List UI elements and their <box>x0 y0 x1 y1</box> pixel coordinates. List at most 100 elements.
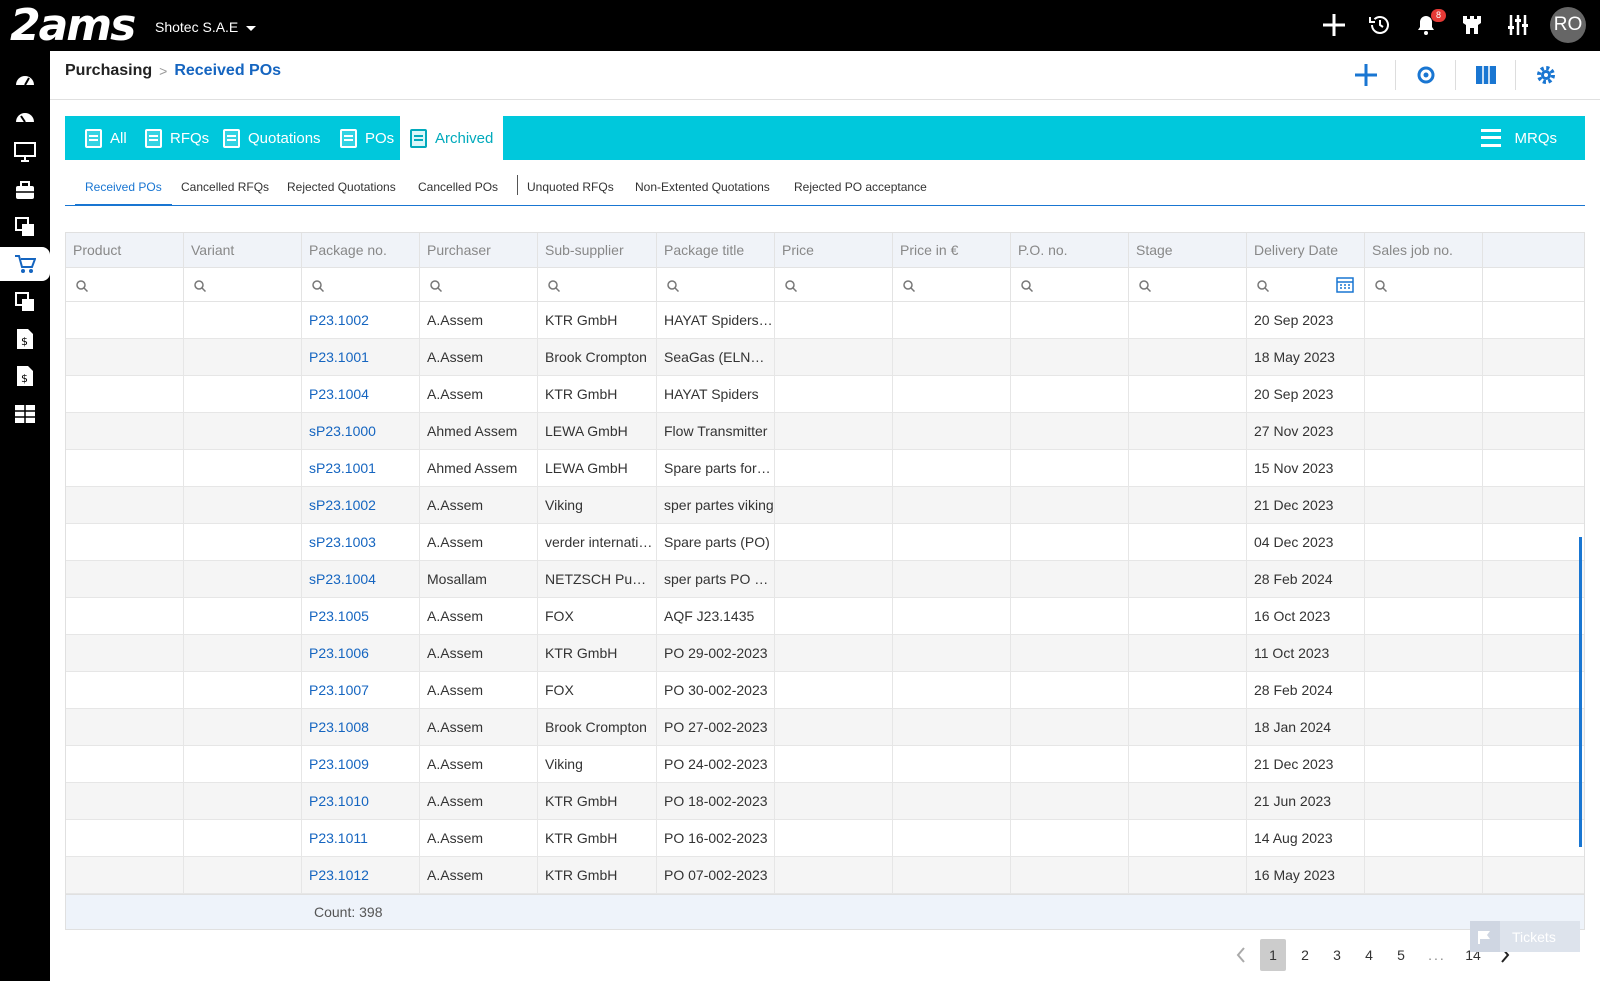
table-row[interactable]: sP23.1000 Ahmed Assem LEWA GmbH Flow Transm… <box>66 413 1584 450</box>
table-row[interactable]: sP23.1004 Mosallam NETZSCH Pumpen sper part… <box>66 561 1584 598</box>
refresh-button[interactable] <box>1396 60 1456 90</box>
subtab-cancelled-rfqs[interactable]: Cancelled RFQs <box>171 172 279 206</box>
column-header[interactable]: Product <box>66 233 184 268</box>
column-filter[interactable] <box>420 268 538 302</box>
table-row[interactable]: P23.1010 A.Assem KTR GmbH PO 18-002-2023 21 … <box>66 783 1584 820</box>
subtab-rejected-po-acceptance[interactable]: Rejected PO acceptance <box>784 172 937 206</box>
subtab-unquoted-rfqs[interactable]: Unquoted RFQs <box>517 172 624 206</box>
column-header[interactable]: Package title <box>657 233 775 268</box>
table-row[interactable]: P23.1006 A.Assem KTR GmbH PO 29-002-2023 11 … <box>66 635 1584 672</box>
package-link[interactable]: P23.1012 <box>302 857 420 894</box>
settings-button[interactable] <box>1516 60 1576 90</box>
subtab-cancelled-pos[interactable]: Cancelled POs <box>408 172 508 206</box>
dashboard-icon[interactable] <box>0 61 50 95</box>
page-2[interactable]: 2 <box>1289 939 1321 971</box>
subtab-received-pos[interactable]: Received POs <box>75 172 172 206</box>
tab-pos[interactable]: POs <box>330 116 404 160</box>
package-link[interactable]: P23.1010 <box>302 783 420 820</box>
column-filter[interactable] <box>1365 268 1483 302</box>
mrqs-button[interactable]: MRQs <box>1480 116 1557 160</box>
castle-icon[interactable] <box>1458 7 1486 43</box>
vertical-scrollbar[interactable] <box>1579 537 1582 847</box>
package-link[interactable]: P23.1006 <box>302 635 420 672</box>
column-filter[interactable] <box>1247 268 1365 302</box>
cart-icon[interactable] <box>0 247 50 281</box>
report-icon[interactable] <box>0 397 50 431</box>
table-row[interactable]: sP23.1003 A.Assem verder international Spar… <box>66 524 1584 561</box>
documents-icon[interactable] <box>0 210 50 244</box>
table-row[interactable]: P23.1002A.AssemKTR GmbHHAYAT Spiders spa… <box>66 302 1584 339</box>
layers-icon[interactable] <box>0 285 50 319</box>
package-link[interactable]: P23.1004 <box>302 376 420 413</box>
package-link[interactable]: P23.1005 <box>302 598 420 635</box>
column-filter[interactable] <box>538 268 657 302</box>
column-header[interactable]: Price in € <box>893 233 1011 268</box>
package-link[interactable]: P23.1008 <box>302 709 420 746</box>
briefcase-icon[interactable] <box>0 173 50 207</box>
column-filter[interactable] <box>657 268 775 302</box>
column-filter[interactable] <box>893 268 1011 302</box>
subtab-rejected-quotations[interactable]: Rejected Quotations <box>277 172 406 206</box>
table-row[interactable]: P23.1008 A.Assem Brook Crompton PO 27-002-2… <box>66 709 1584 746</box>
column-header[interactable]: Variant <box>184 233 302 268</box>
table-row[interactable]: sP23.1001 Ahmed Assem LEWA GmbH Spare parts… <box>66 450 1584 487</box>
table-row[interactable]: P23.1004 A.Assem KTR GmbH HAYAT Spiders 20 S… <box>66 376 1584 413</box>
sliders-icon[interactable] <box>1504 7 1532 43</box>
package-link[interactable]: P23.1009 <box>302 746 420 783</box>
package-link[interactable]: sP23.1000 <box>302 413 420 450</box>
column-header[interactable]: Price <box>775 233 893 268</box>
column-header[interactable]: P.O. no. <box>1011 233 1129 268</box>
column-header[interactable]: Sub-supplier <box>538 233 657 268</box>
add-icon[interactable] <box>1320 7 1348 43</box>
tab-all[interactable]: All <box>75 116 137 160</box>
table-row[interactable]: P23.1005 A.Assem FOX AQF J23.1435 16 Oct 202… <box>66 598 1584 635</box>
page-5[interactable]: 5 <box>1385 939 1417 971</box>
tickets-button[interactable]: Tickets <box>1470 921 1580 952</box>
bill-icon[interactable]: $ <box>0 359 50 393</box>
columns-button[interactable] <box>1456 60 1516 90</box>
notifications-button[interactable]: 8 <box>1412 7 1446 43</box>
package-link[interactable]: sP23.1004 <box>302 561 420 598</box>
gauge-icon[interactable] <box>0 98 50 132</box>
tab-quotations[interactable]: Quotations <box>213 116 331 160</box>
breadcrumb-root[interactable]: Purchasing <box>65 62 152 80</box>
package-link[interactable]: sP23.1002 <box>302 487 420 524</box>
column-header[interactable]: Package no. <box>302 233 420 268</box>
column-header[interactable]: Sales job no. <box>1365 233 1483 268</box>
package-link[interactable]: P23.1002 <box>302 302 420 339</box>
company-selector[interactable]: Shotec S.A.E <box>155 19 257 35</box>
calendar-icon[interactable] <box>1336 275 1354 293</box>
monitor-icon[interactable] <box>0 135 50 169</box>
subtab-non-extented-quotations[interactable]: Non-Extented Quotations <box>625 172 780 206</box>
package-link[interactable]: P23.1001 <box>302 339 420 376</box>
package-link[interactable]: sP23.1001 <box>302 450 420 487</box>
history-icon[interactable] <box>1366 7 1394 43</box>
tab-archived[interactable]: Archived <box>400 116 504 160</box>
column-filter[interactable] <box>66 268 184 302</box>
column-header[interactable]: Delivery Date <box>1247 233 1365 268</box>
package-link[interactable]: P23.1007 <box>302 672 420 709</box>
page-4[interactable]: 4 <box>1353 939 1385 971</box>
table-row[interactable]: P23.1009 A.Assem Viking PO 24-002-2023 21 De… <box>66 746 1584 783</box>
prev-page-button[interactable] <box>1225 939 1257 971</box>
tab-rfqs[interactable]: RFQs <box>135 116 219 160</box>
package-link[interactable]: P23.1011 <box>302 820 420 857</box>
page-1[interactable]: 1 <box>1260 939 1286 971</box>
app-logo[interactable]: 2ams <box>10 4 136 48</box>
column-header[interactable]: Stage <box>1129 233 1247 268</box>
table-row[interactable]: sP23.1002 A.Assem Viking sper partes viking… <box>66 487 1584 524</box>
table-row[interactable]: P23.1012 A.Assem KTR GmbH PO 07-002-2023 16 … <box>66 857 1584 894</box>
column-header[interactable]: Purchaser <box>420 233 538 268</box>
table-row[interactable]: P23.1011 A.Assem KTR GmbH PO 16-002-2023 14 … <box>66 820 1584 857</box>
column-filter[interactable] <box>1129 268 1247 302</box>
table-row[interactable]: P23.1001 A.Assem Brook Crompton SeaGas (ELN… <box>66 339 1584 376</box>
table-row[interactable]: P23.1007 A.Assem FOX PO 30-002-2023 28 Feb 2… <box>66 672 1584 709</box>
column-filter[interactable] <box>184 268 302 302</box>
column-filter[interactable] <box>1011 268 1129 302</box>
column-filter[interactable] <box>775 268 893 302</box>
column-filter[interactable] <box>302 268 420 302</box>
add-button[interactable] <box>1336 60 1396 90</box>
package-link[interactable]: sP23.1003 <box>302 524 420 561</box>
invoice-icon[interactable]: $ <box>0 322 50 356</box>
page-3[interactable]: 3 <box>1321 939 1353 971</box>
